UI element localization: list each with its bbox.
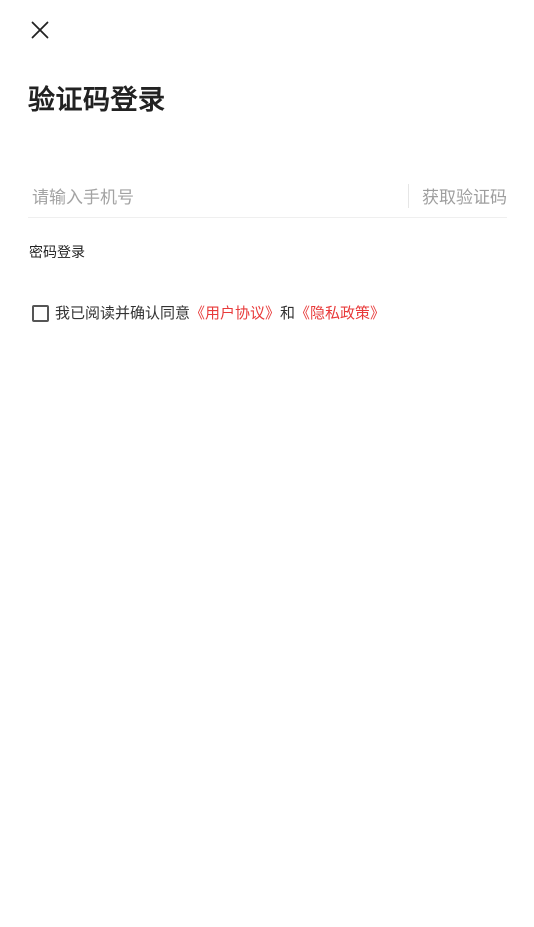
- get-code-button[interactable]: 获取验证码: [422, 178, 507, 218]
- page-title: 验证码登录: [28, 85, 166, 116]
- phone-input[interactable]: [28, 178, 398, 218]
- login-page: 验证码登录 获取验证码 密码登录 我已阅读并确认同意 《用户协议》 和 《隐私政…: [0, 0, 534, 927]
- agreement-prefix-text: 我已阅读并确认同意: [55, 303, 191, 322]
- close-button[interactable]: [24, 14, 56, 46]
- password-login-link[interactable]: 密码登录: [29, 242, 85, 262]
- divider: [408, 184, 409, 208]
- close-icon: [31, 21, 49, 39]
- agreement-checkbox[interactable]: [32, 304, 49, 322]
- agreement-and-text: 和: [280, 303, 296, 322]
- privacy-policy-link[interactable]: 《隐私政策》: [295, 302, 385, 323]
- phone-row: 获取验证码: [28, 178, 507, 218]
- user-agreement-link[interactable]: 《用户协议》: [190, 302, 280, 323]
- agreement-row: 我已阅读并确认同意 《用户协议》 和 《隐私政策》: [32, 299, 385, 325]
